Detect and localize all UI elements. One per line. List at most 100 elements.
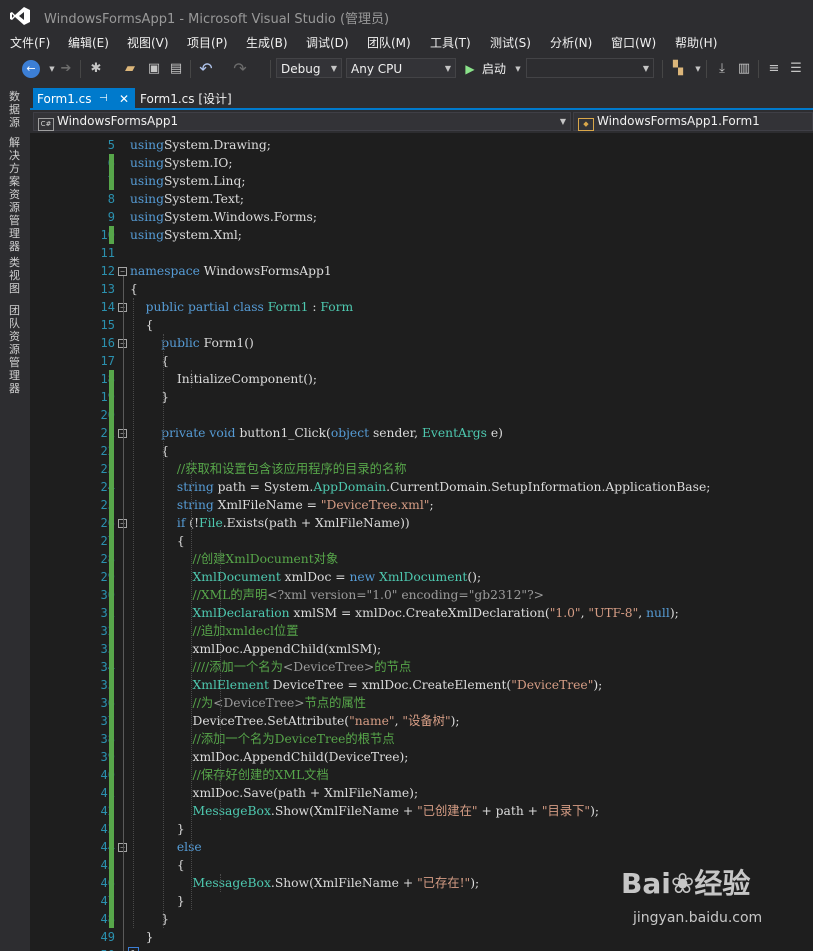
menu-tools[interactable]: 工具(T) — [430, 34, 471, 51]
code-line[interactable]: 10 usingSystem.Xml; — [33, 226, 813, 244]
code-line[interactable]: 26 if (!File.Exists(path + XmlFileName)) — [33, 514, 813, 532]
solution-explorer-icon[interactable]: ▚ — [668, 59, 688, 79]
navigate-back-icon[interactable]: ← — [22, 60, 40, 78]
code-token: object — [330, 426, 370, 440]
menu-team[interactable]: 团队(M) — [367, 34, 411, 51]
code-line[interactable]: 25 string XmlFileName = "DeviceTree.xml"… — [33, 496, 813, 514]
code-token: System.Linq; — [163, 174, 246, 188]
code-token: } — [130, 894, 185, 908]
code-line[interactable]: 14 public partial class Form1 : Form — [33, 298, 813, 316]
code-line[interactable]: 5 usingSystem.Drawing; — [33, 136, 813, 154]
menu-analyze[interactable]: 分析(N) — [550, 34, 592, 51]
code-line[interactable]: 41 xmlDoc.Save(path + XmlFileName); — [33, 784, 813, 802]
code-token: <DeviceTree> — [282, 660, 375, 674]
code-token: XmlDocument — [192, 570, 281, 584]
chevron-down-icon[interactable]: ▼ — [508, 59, 528, 79]
code-token: "目录下" — [541, 804, 591, 818]
solution-config-select[interactable]: Debug ▼ — [276, 58, 342, 78]
code-editor[interactable]: 5usingSystem.Drawing;6usingSystem.IO;7us… — [33, 133, 813, 951]
side-tab-solution-explorer[interactable]: 解决方案资源管理器 — [9, 136, 23, 253]
new-project-icon[interactable]: ✱ — [86, 59, 106, 79]
code-line[interactable]: 32 //追加xmldecl位置 — [33, 622, 813, 640]
code-line[interactable]: 33 xmlDoc.AppendChild(xmlSM); — [33, 640, 813, 658]
comment-lines-icon[interactable]: ≡ — [764, 59, 784, 79]
code-line[interactable]: 18 InitializeComponent(); — [33, 370, 813, 388]
menu-edit[interactable]: 编辑(E) — [68, 34, 109, 51]
code-line[interactable]: 15 { — [33, 316, 813, 334]
code-line[interactable]: 6 usingSystem.IO; — [33, 154, 813, 172]
code-line[interactable]: 34 ////添加一个名为<DeviceTree>的节点 — [33, 658, 813, 676]
layout-icon[interactable]: ▥ — [734, 59, 754, 79]
code-line[interactable]: 38 //添加一个名为DeviceTree的根节点 — [33, 730, 813, 748]
code-text: XmlDeclaration xmlSM = xmlDoc.CreateXmlD… — [130, 604, 679, 622]
class-dropdown[interactable]: ◆ WindowsFormsApp1.Form1 — [573, 112, 813, 131]
class-name: WindowsFormsApp1.Form1 — [597, 114, 760, 128]
code-line[interactable]: 19 } — [33, 388, 813, 406]
navigate-forward-icon[interactable]: ➔ — [56, 59, 76, 79]
debug-target-select[interactable]: ▼ — [526, 58, 654, 78]
save-all-icon[interactable]: ▤ — [166, 59, 186, 79]
save-icon[interactable]: ▣ — [144, 59, 164, 79]
code-line[interactable]: 11 — [33, 244, 813, 262]
menu-project[interactable]: 项目(P) — [187, 34, 228, 51]
code-line[interactable]: 24 string path = System.AppDomain.Curren… — [33, 478, 813, 496]
chevron-down-icon[interactable]: ▼ — [688, 59, 708, 79]
menu-help[interactable]: 帮助(H) — [675, 34, 717, 51]
step-into-icon[interactable]: ⤓ — [712, 59, 732, 79]
code-line[interactable]: 40 //保存好创建的XML文档 — [33, 766, 813, 784]
code-line[interactable]: 21 private void button1_Click(object sen… — [33, 424, 813, 442]
code-token: System.Windows.Forms; — [163, 210, 317, 224]
pin-icon[interactable]: ⊣ — [99, 88, 108, 110]
side-tab-data-sources[interactable]: 数据源 — [9, 90, 23, 129]
menu-test[interactable]: 测试(S) — [490, 34, 531, 51]
code-token: } — [130, 822, 185, 836]
open-file-icon[interactable]: ▰ — [120, 59, 140, 79]
fold-region-line — [123, 852, 124, 901]
tab-form1-cs[interactable]: Form1.cs ⊣ ✕ — [33, 88, 135, 110]
code-token: InitializeComponent(); — [130, 372, 317, 386]
code-line[interactable]: 13 { — [33, 280, 813, 298]
code-token: //追加xmldecl位置 — [192, 624, 299, 638]
code-line[interactable]: 23 //获取和设置包含该应用程序的目录的名称 — [33, 460, 813, 478]
undo-icon[interactable]: ↶ — [196, 59, 216, 79]
start-button-label[interactable]: 启动 — [482, 60, 506, 77]
menu-window[interactable]: 窗口(W) — [611, 34, 656, 51]
code-line[interactable]: 43 } — [33, 820, 813, 838]
code-line[interactable]: 20 — [33, 406, 813, 424]
project-dropdown[interactable]: C# WindowsFormsApp1 ▼ — [33, 112, 571, 131]
code-token: private void — [161, 426, 236, 440]
menu-build[interactable]: 生成(B) — [246, 34, 288, 51]
code-line[interactable]: 44 else — [33, 838, 813, 856]
code-line[interactable]: 12 namespace WindowsFormsApp1 — [33, 262, 813, 280]
code-line[interactable]: 27 { — [33, 532, 813, 550]
collapse-toggle-icon[interactable]: − — [118, 267, 127, 276]
menu-debug[interactable]: 调试(D) — [306, 34, 349, 51]
code-line[interactable]: 9 usingSystem.Windows.Forms; — [33, 208, 813, 226]
redo-icon[interactable]: ↷ — [230, 59, 250, 79]
code-line[interactable]: 50} — [33, 946, 813, 951]
code-line[interactable]: 29 XmlDocument xmlDoc = new XmlDocument(… — [33, 568, 813, 586]
menu-file[interactable]: 文件(F) — [10, 34, 50, 51]
close-icon[interactable]: ✕ — [119, 88, 129, 110]
code-line[interactable]: 36 //为<DeviceTree>节点的属性 — [33, 694, 813, 712]
code-line[interactable]: 30 //XML的声明<?xml version="1.0" encoding=… — [33, 586, 813, 604]
tab-form1-designer[interactable]: Form1.cs [设计] — [140, 88, 232, 110]
code-line[interactable]: 28 //创建XmlDocument对象 — [33, 550, 813, 568]
code-line[interactable]: 39 xmlDoc.AppendChild(DeviceTree); — [33, 748, 813, 766]
code-line[interactable]: 42 MessageBox.Show(XmlFileName + "已创建在" … — [33, 802, 813, 820]
platform-select[interactable]: Any CPU ▼ — [346, 58, 456, 78]
code-line[interactable]: 7 usingSystem.Linq; — [33, 172, 813, 190]
code-line[interactable]: 16 public Form1() — [33, 334, 813, 352]
code-line[interactable]: 31 XmlDeclaration xmlSM = xmlDoc.CreateX… — [33, 604, 813, 622]
code-token: "设备树" — [402, 714, 451, 728]
code-line[interactable]: 8 usingSystem.Text; — [33, 190, 813, 208]
code-line[interactable]: 35 XmlElement DeviceTree = xmlDoc.Create… — [33, 676, 813, 694]
side-tab-class-view[interactable]: 类视图 — [9, 256, 23, 295]
uncomment-lines-icon[interactable]: ☰ — [786, 59, 806, 79]
start-debugging-icon[interactable]: ▶ — [460, 59, 480, 79]
code-line[interactable]: 37 DeviceTree.SetAttribute("name", "设备树"… — [33, 712, 813, 730]
menu-view[interactable]: 视图(V) — [127, 34, 169, 51]
code-line[interactable]: 17 { — [33, 352, 813, 370]
code-line[interactable]: 22 { — [33, 442, 813, 460]
side-tab-team-explorer[interactable]: 团队资源管理器 — [9, 304, 23, 395]
